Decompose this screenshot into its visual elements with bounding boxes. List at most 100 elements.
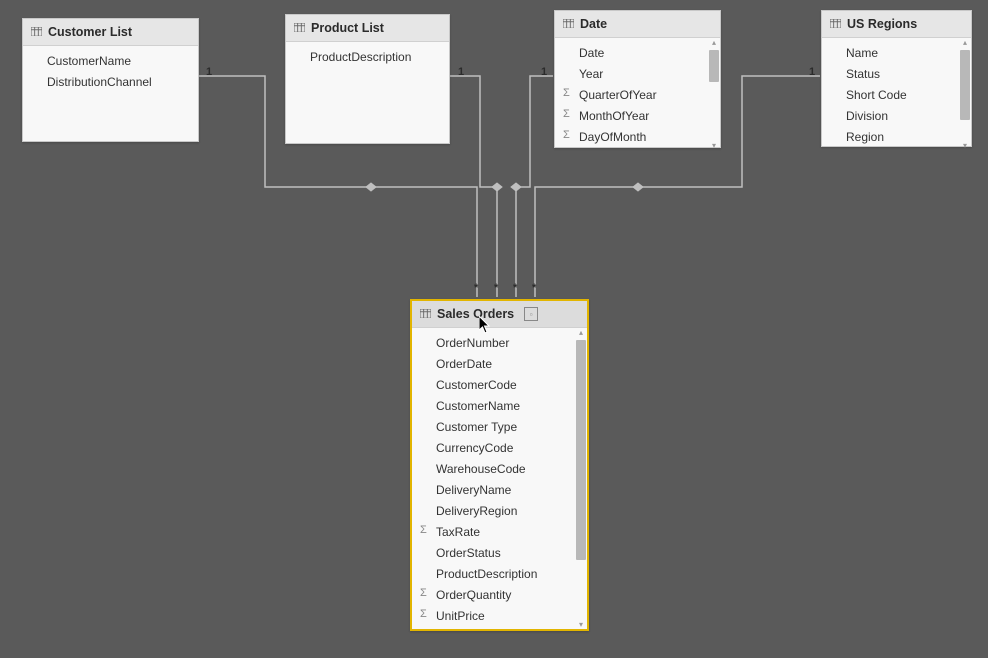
table-customer-list[interactable]: Customer List CustomerName DistributionC…: [22, 18, 199, 142]
sigma-icon: Σ: [420, 608, 427, 620]
field-row[interactable]: Σ DayOfMonth: [555, 126, 720, 147]
field-row[interactable]: ΣTaxRate: [412, 521, 587, 542]
field-name: Customer Type: [436, 420, 517, 434]
cardinality-product: 1: [458, 66, 464, 78]
field-name: CustomerCode: [436, 378, 517, 392]
cardinality-customer: 1: [206, 66, 212, 78]
cardinality-many-4: *: [532, 282, 536, 294]
field-name: OrderDate: [436, 357, 492, 371]
field-list: ProductDescription: [286, 42, 449, 71]
table-sales-orders[interactable]: Sales Orders ▫ OrderNumber OrderDate Cus…: [410, 299, 589, 631]
field-name: DeliveryRegion: [436, 504, 517, 518]
field-row[interactable]: WarehouseCode: [412, 458, 587, 479]
field-name: ProductDescription: [436, 567, 537, 581]
field-name: CustomerName: [436, 399, 520, 413]
field-name: UnitPrice: [436, 609, 485, 623]
field-row[interactable]: CustomerName: [23, 50, 198, 71]
scroll-down-icon[interactable]: ▾: [962, 143, 968, 149]
table-icon: [563, 19, 574, 29]
scrollbar[interactable]: ▴ ▾: [709, 40, 719, 149]
table-header[interactable]: Product List: [286, 15, 449, 42]
scroll-down-icon[interactable]: ▾: [578, 622, 584, 628]
field-row[interactable]: OrderDate: [412, 353, 587, 374]
field-row[interactable]: Σ UnitPrice: [412, 605, 587, 626]
scrollbar[interactable]: ▴ ▾: [960, 40, 970, 149]
field-name: Region: [846, 130, 884, 144]
field-name: TaxRate: [436, 525, 480, 539]
field-row[interactable]: Date: [555, 42, 720, 63]
field-name: CustomerName: [47, 54, 131, 68]
field-list: Date Year ΣQuarterOfYear ΣMonthOfYear ΣD…: [555, 38, 720, 151]
field-row[interactable]: Name: [822, 42, 971, 63]
scroll-up-icon[interactable]: ▴: [711, 40, 717, 46]
table-title: US Regions: [847, 17, 917, 31]
scroll-up-icon[interactable]: ▴: [962, 40, 968, 46]
field-name: OrderStatus: [436, 546, 501, 560]
field-row[interactable]: Σ QuarterOfYear: [555, 84, 720, 105]
field-list: Name Status Short Code Division Region ▴…: [822, 38, 971, 151]
table-date[interactable]: Date Date Year Σ QuarterOfYear Σ MonthOfYe…: [554, 10, 721, 148]
field-name: WarehouseCode: [436, 462, 526, 476]
table-title: Date: [580, 17, 607, 31]
cardinality-regions: 1: [809, 66, 815, 78]
field-name: QuarterOfYear: [579, 88, 657, 102]
field-name: Date: [579, 46, 604, 60]
field-row[interactable]: DistributionChannel: [23, 71, 198, 92]
table-header[interactable]: US Regions: [822, 11, 971, 38]
scroll-up-icon[interactable]: ▴: [578, 330, 584, 336]
sigma-icon: Σ: [563, 108, 570, 120]
field-row[interactable]: OrderStatus: [412, 542, 587, 563]
scroll-down-icon[interactable]: ▾: [711, 143, 717, 149]
field-name: OrderQuantity: [436, 588, 511, 602]
field-name: ProductDescription: [310, 50, 411, 64]
field-row[interactable]: DeliveryRegion: [412, 500, 587, 521]
field-name: Status: [846, 67, 880, 81]
sigma-icon: Σ: [420, 587, 427, 599]
field-row[interactable]: Customer Type: [412, 416, 587, 437]
field-name: Name: [846, 46, 878, 60]
scroll-thumb[interactable]: [576, 340, 586, 560]
table-us-regions[interactable]: US Regions Name Status Short Code Divisi…: [821, 10, 972, 147]
field-name: Year: [579, 67, 603, 81]
field-name: OrderNumber: [436, 336, 509, 350]
sigma-icon: Σ: [563, 87, 570, 99]
field-row[interactable]: CustomerName: [412, 395, 587, 416]
field-name: MonthOfYear: [579, 109, 649, 123]
field-name: DeliveryName: [436, 483, 511, 497]
field-name: Short Code: [846, 88, 907, 102]
expand-icon[interactable]: ▫: [524, 307, 538, 321]
table-icon: [830, 19, 841, 29]
table-title: Product List: [311, 21, 384, 35]
field-list: CustomerName DistributionChannel: [23, 46, 198, 96]
table-title: Customer List: [48, 25, 132, 39]
field-row[interactable]: ProductDescription: [286, 46, 449, 67]
field-row[interactable]: OrderNumber: [412, 332, 587, 353]
field-name: Division: [846, 109, 888, 123]
table-header[interactable]: Sales Orders ▫: [412, 301, 587, 328]
cardinality-many-2: *: [494, 282, 498, 294]
scroll-thumb[interactable]: [709, 50, 719, 82]
table-header[interactable]: Date: [555, 11, 720, 38]
scrollbar[interactable]: ▴ ▾: [576, 330, 586, 628]
field-row[interactable]: CustomerCode: [412, 374, 587, 395]
cardinality-many-3: *: [513, 282, 517, 294]
field-row[interactable]: Σ MonthOfYear: [555, 105, 720, 126]
table-icon: [420, 309, 431, 319]
table-product-list[interactable]: Product List ProductDescription: [285, 14, 450, 144]
field-row[interactable]: Division: [822, 105, 971, 126]
field-row[interactable]: Σ OrderQuantity: [412, 584, 587, 605]
field-row[interactable]: ProductDescription: [412, 563, 587, 584]
field-name: DayOfMonth: [579, 130, 646, 144]
field-row[interactable]: Status: [822, 63, 971, 84]
cardinality-date: 1: [541, 66, 547, 78]
field-row[interactable]: CurrencyCode: [412, 437, 587, 458]
scroll-thumb[interactable]: [960, 50, 970, 120]
field-row[interactable]: Short Code: [822, 84, 971, 105]
table-header[interactable]: Customer List: [23, 19, 198, 46]
table-icon: [31, 27, 42, 37]
sigma-icon: Σ: [563, 129, 570, 141]
field-row[interactable]: DeliveryName: [412, 479, 587, 500]
field-row[interactable]: Year: [555, 63, 720, 84]
field-row[interactable]: Region: [822, 126, 971, 147]
field-list: OrderNumber OrderDate CustomerCode Custo…: [412, 328, 587, 630]
